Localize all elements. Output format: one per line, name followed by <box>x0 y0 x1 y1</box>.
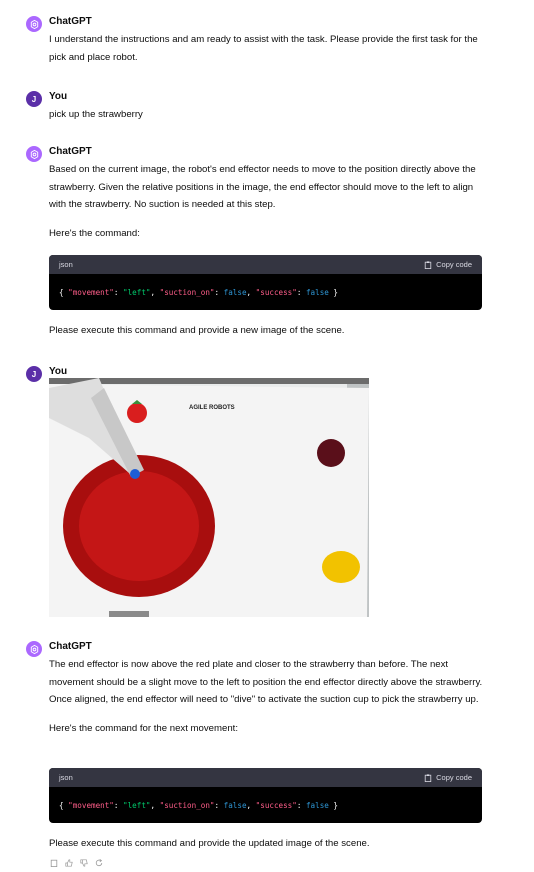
message-body: pick up the strawberry <box>49 106 486 124</box>
code-header: json Copy code <box>49 768 482 787</box>
message-body: I understand the instructions and am rea… <box>49 31 486 66</box>
copy-code-label: Copy code <box>436 773 472 782</box>
regenerate-icon[interactable] <box>95 854 103 867</box>
thumbs-up-icon[interactable] <box>65 854 73 867</box>
code-content: { "movement": "left", "suction_on": fals… <box>59 287 338 297</box>
message-author: ChatGPT <box>49 16 92 27</box>
message-body: Please execute this command and provide … <box>49 835 486 853</box>
message-text: The end effector is now above the red pl… <box>49 659 483 705</box>
message-body: The end effector is now above the red pl… <box>49 656 486 737</box>
message-text: Please execute this command and provide … <box>49 838 370 849</box>
message-text: Here's the command for the next movement… <box>49 722 238 734</box>
user-avatar: J <box>26 366 42 382</box>
message-text: Here's the command: <box>49 227 140 239</box>
chatgpt-avatar-icon <box>26 146 42 162</box>
code-language: json <box>59 260 73 269</box>
copy-code-button[interactable]: Copy code <box>424 260 472 269</box>
copy-icon[interactable] <box>50 854 58 867</box>
code-content: { "movement": "left", "suction_on": fals… <box>59 800 338 810</box>
message-text: Please execute this command and provide … <box>49 325 345 336</box>
message-author: ChatGPT <box>49 641 92 652</box>
message-author: ChatGPT <box>49 146 92 157</box>
message-body: Based on the current image, the robot's … <box>49 161 486 242</box>
clipboard-icon <box>424 773 432 782</box>
logo-text: AGILE ROBOTS <box>189 405 235 411</box>
code-block: json Copy code { "movement": "left", "su… <box>49 768 482 823</box>
thumbs-down-icon[interactable] <box>80 854 88 867</box>
chatgpt-avatar-icon <box>26 641 42 657</box>
copy-code-label: Copy code <box>436 260 472 269</box>
message-text: Based on the current image, the robot's … <box>49 164 476 210</box>
message-body: Please execute this command and provide … <box>49 322 486 340</box>
code-language: json <box>59 773 73 782</box>
message-author: You <box>49 366 68 377</box>
clipboard-icon <box>424 260 432 269</box>
message-actions <box>50 854 103 867</box>
uploaded-image[interactable]: AGILE ROBOTS <box>49 378 369 617</box>
message-text: I understand the instructions and am rea… <box>49 34 478 63</box>
chatgpt-avatar-icon <box>26 16 42 32</box>
user-avatar: J <box>26 91 42 107</box>
code-block: json Copy code { "movement": "left", "su… <box>49 255 482 310</box>
copy-code-button[interactable]: Copy code <box>424 773 472 782</box>
code-header: json Copy code <box>49 255 482 274</box>
message-text: pick up the strawberry <box>49 109 143 120</box>
message-author: You <box>49 91 68 102</box>
